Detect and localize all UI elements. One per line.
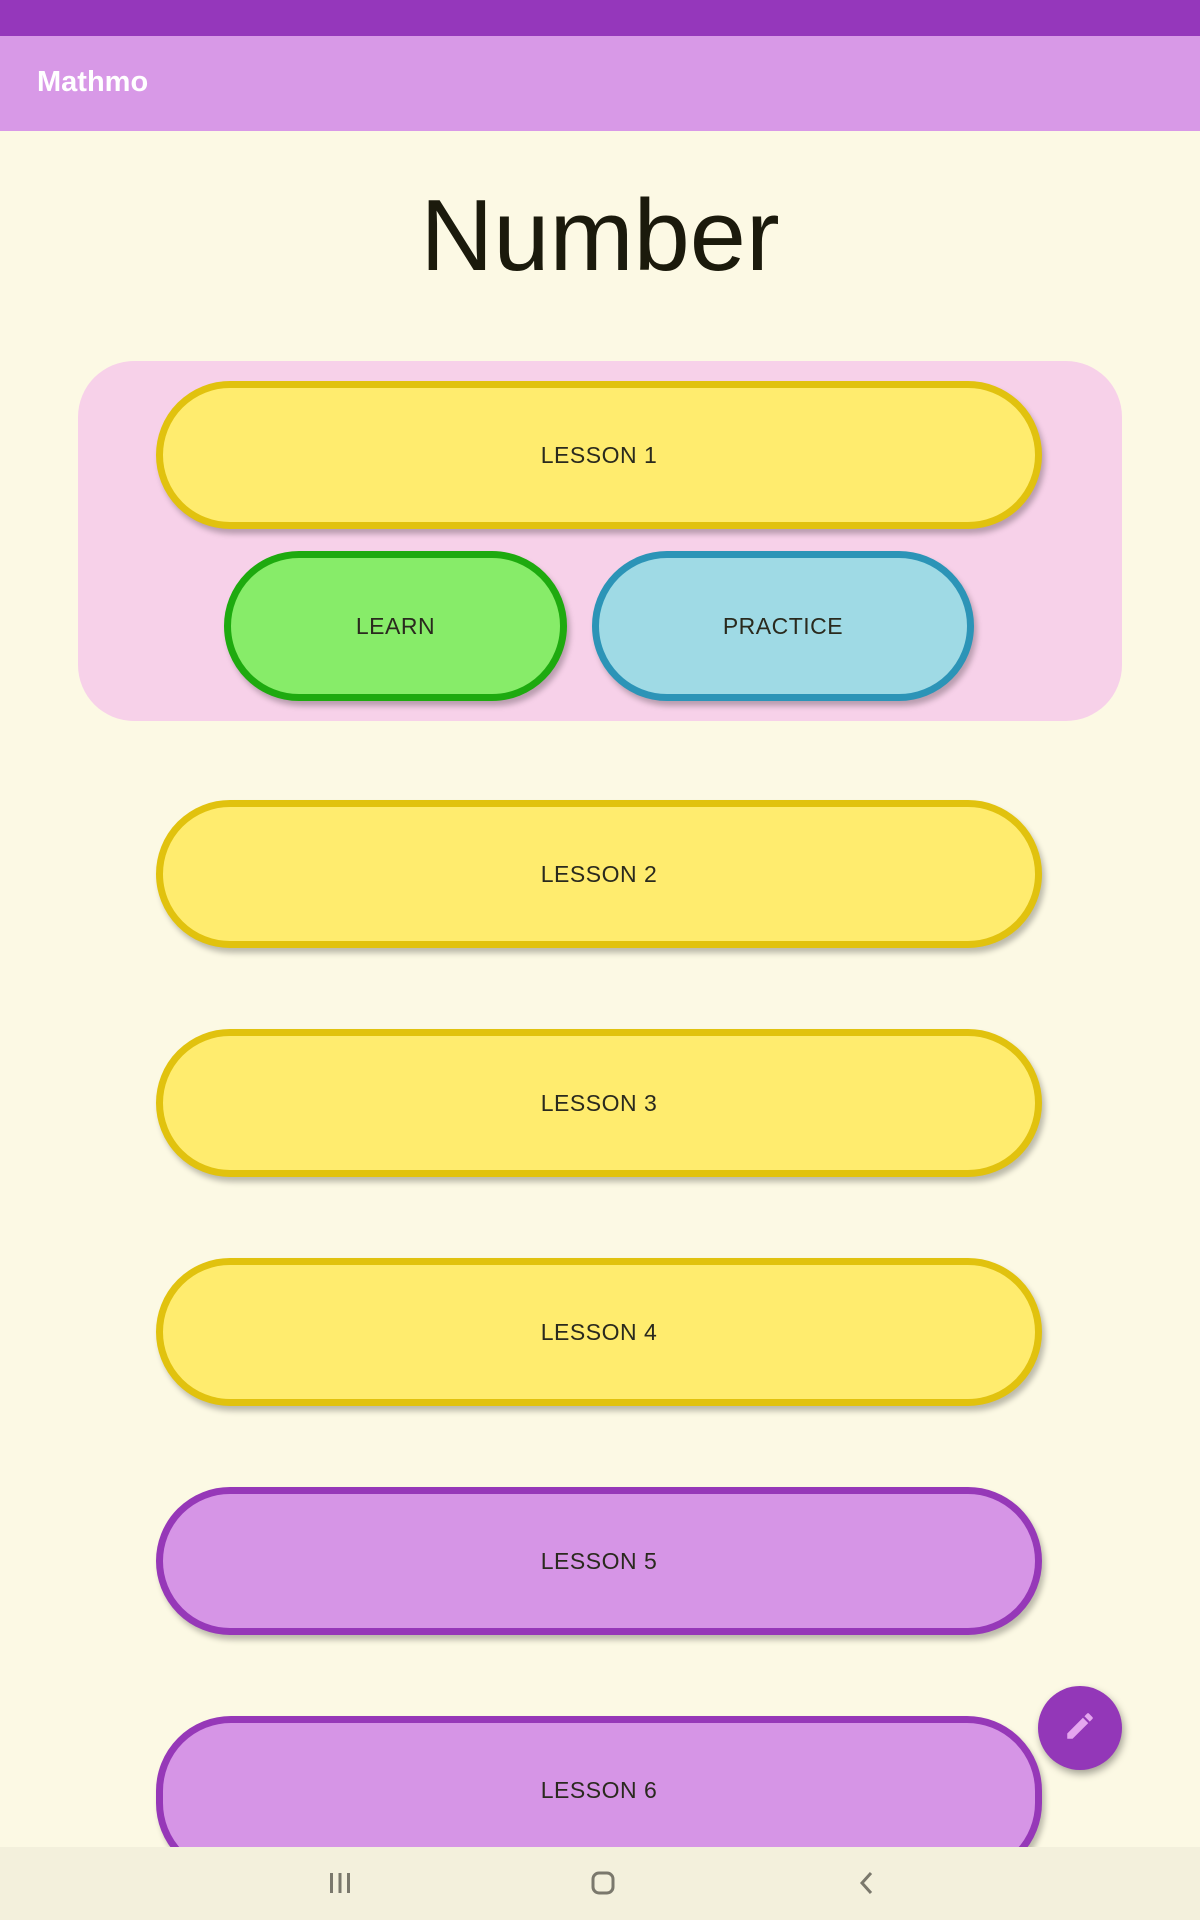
- recent-apps-icon[interactable]: [320, 1863, 360, 1903]
- practice-label: PRACTICE: [722, 612, 844, 639]
- learn-label: LEARN: [355, 612, 436, 639]
- lesson-3-label: LESSON 3: [540, 1089, 658, 1116]
- edit-fab-button[interactable]: [1038, 1686, 1122, 1770]
- lesson-3-button[interactable]: LESSON 3: [156, 1029, 1042, 1177]
- practice-button[interactable]: PRACTICE: [592, 551, 974, 701]
- app-bar: Mathmo: [0, 36, 1200, 131]
- lesson-2-label: LESSON 2: [540, 860, 658, 887]
- app-title: Mathmo: [37, 66, 149, 98]
- system-navigation-bar: [0, 1847, 1200, 1920]
- pencil-icon: [1063, 1709, 1097, 1748]
- home-icon[interactable]: [583, 1863, 623, 1903]
- lesson-4-label: LESSON 4: [540, 1318, 658, 1345]
- lesson-4-button[interactable]: LESSON 4: [156, 1258, 1042, 1406]
- lesson-1-label: LESSON 1: [540, 441, 658, 468]
- lesson-2-button[interactable]: LESSON 2: [156, 800, 1042, 948]
- lesson-1-button[interactable]: LESSON 1: [156, 381, 1042, 529]
- lesson-5-button[interactable]: LESSON 5: [156, 1487, 1042, 1635]
- back-icon[interactable]: [847, 1863, 887, 1903]
- status-bar: [0, 0, 1200, 36]
- lesson-5-label: LESSON 5: [540, 1547, 658, 1574]
- learn-button[interactable]: LEARN: [224, 551, 567, 701]
- lesson-6-label: LESSON 6: [540, 1776, 658, 1803]
- page-title: Number: [420, 180, 780, 292]
